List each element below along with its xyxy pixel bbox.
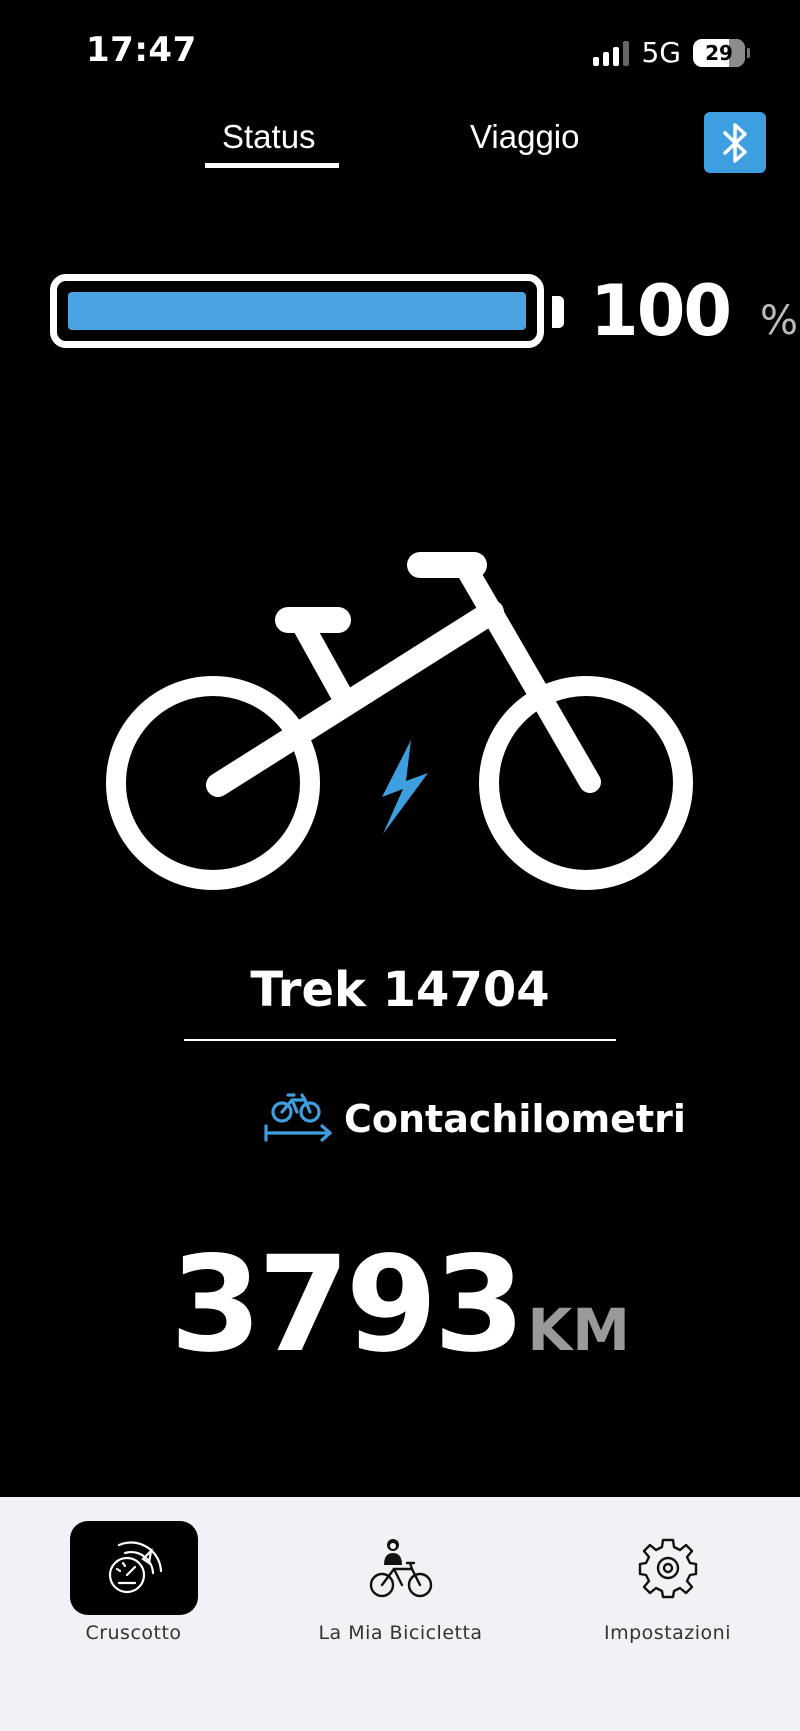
tab-viaggio[interactable]: Viaggio [470, 118, 580, 156]
nav-bicicletta-icon-bg [337, 1521, 465, 1615]
gear-icon [638, 1538, 697, 1599]
top-tabs: Status Viaggio [0, 118, 800, 178]
dashboard-gauge-icon [108, 1541, 162, 1594]
status-bar: 17:47 5G 29 [0, 0, 800, 100]
nav-cruscotto-label: Cruscotto [85, 1622, 182, 1644]
odometer-label: Contachilometri [344, 1097, 686, 1141]
odometer-reading: 3793 KM [0, 1228, 800, 1382]
phone-battery-level: 29 [705, 40, 733, 65]
battery-outline [50, 274, 544, 348]
nav-la-mia-bicicletta[interactable]: La Mia Bicicletta [267, 1497, 534, 1677]
divider [184, 1039, 616, 1041]
bike-battery: 100 % [50, 270, 798, 352]
odometer-unit: KM [527, 1296, 631, 1364]
battery-percent: 100 [590, 270, 732, 352]
nav-cruscotto-icon-bg [69, 1521, 198, 1615]
nav-impostazioni-label: Impostazioni [604, 1622, 731, 1644]
nav-impostazioni[interactable]: Impostazioni [534, 1497, 800, 1677]
battery-tip [552, 296, 564, 328]
phone-battery-icon: 29 [693, 38, 750, 67]
nav-bicicletta-label: La Mia Bicicletta [318, 1622, 483, 1644]
nav-impostazioni-icon-bg [604, 1521, 732, 1615]
bluetooth-button[interactable] [704, 112, 766, 173]
clock: 17:47 [86, 30, 197, 70]
tab-status[interactable]: Status [222, 118, 316, 156]
rider-bike-icon [369, 1539, 432, 1598]
active-tab-indicator [205, 163, 339, 168]
bottom-navigation: Cruscotto La Mia Bicicletta Impostazioni [0, 1497, 800, 1731]
signal-icon [593, 40, 630, 66]
ebike-icon [106, 552, 693, 890]
odometer-header: Contachilometri [260, 1088, 686, 1150]
battery-fill [68, 292, 526, 330]
network-type: 5G [641, 36, 681, 69]
bike-name: Trek 14704 [250, 962, 550, 1018]
battery-percent-unit: % [760, 298, 799, 344]
status-indicators: 5G 29 [593, 36, 750, 69]
nav-cruscotto[interactable]: Cruscotto [0, 1497, 267, 1677]
odometer-value: 3793 [169, 1228, 525, 1382]
lightning-bolt-icon [382, 740, 428, 834]
odometer-icon [264, 1093, 332, 1142]
bluetooth-icon [723, 122, 747, 163]
